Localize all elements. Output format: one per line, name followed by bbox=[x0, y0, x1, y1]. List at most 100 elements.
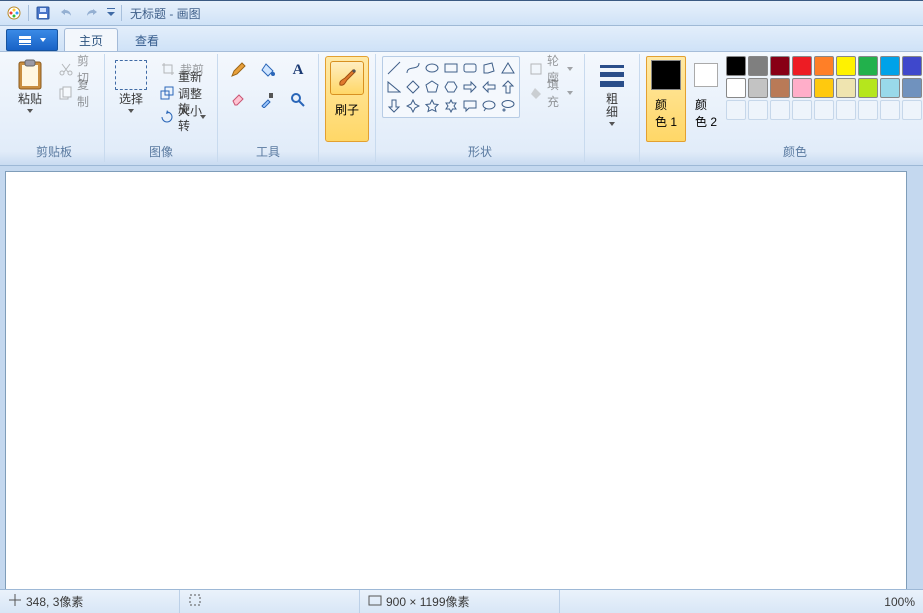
shape-callout-cloud[interactable] bbox=[499, 97, 517, 115]
palette-swatch[interactable] bbox=[770, 56, 790, 76]
palette-swatch[interactable] bbox=[814, 78, 834, 98]
fill-icon bbox=[529, 85, 543, 101]
app-icon[interactable] bbox=[4, 3, 24, 23]
zoom-level: 100% bbox=[884, 595, 915, 609]
color1-button[interactable]: 颜 色 1 bbox=[646, 56, 686, 142]
palette-swatch[interactable] bbox=[858, 78, 878, 98]
shape-star4[interactable] bbox=[404, 97, 422, 115]
group-label: 剪贴板 bbox=[10, 144, 98, 162]
save-icon[interactable] bbox=[33, 3, 53, 23]
shape-hexagon[interactable] bbox=[442, 78, 460, 96]
palette-swatch[interactable] bbox=[748, 78, 768, 98]
shape-roundrect[interactable] bbox=[461, 59, 479, 77]
palette-swatch[interactable] bbox=[836, 100, 856, 120]
color2-swatch bbox=[695, 64, 717, 86]
chevron-down-icon bbox=[567, 91, 573, 95]
crop-button[interactable]: 裁剪 bbox=[155, 58, 211, 80]
shape-callout-rect[interactable] bbox=[461, 97, 479, 115]
palette-swatch[interactable] bbox=[836, 78, 856, 98]
copy-button[interactable]: 复制 bbox=[54, 82, 98, 104]
palette-swatch[interactable] bbox=[770, 100, 790, 120]
palette-swatch[interactable] bbox=[748, 100, 768, 120]
shape-rect[interactable] bbox=[442, 59, 460, 77]
copy-label: 复制 bbox=[77, 76, 93, 110]
shape-triangle[interactable] bbox=[499, 59, 517, 77]
color1-label: 颜 色 1 bbox=[655, 96, 677, 130]
shape-curve[interactable] bbox=[404, 59, 422, 77]
shape-callout-round[interactable] bbox=[480, 97, 498, 115]
brush-icon bbox=[330, 61, 364, 95]
palette-swatch[interactable] bbox=[836, 56, 856, 76]
shape-arrow-left[interactable] bbox=[480, 78, 498, 96]
shape-pentagon[interactable] bbox=[423, 78, 441, 96]
window-title: 无标题 - 画图 bbox=[126, 5, 201, 22]
palette-swatch[interactable] bbox=[858, 56, 878, 76]
fill-tool[interactable] bbox=[254, 56, 282, 84]
color-picker-tool[interactable] bbox=[254, 86, 282, 114]
palette-swatch[interactable] bbox=[770, 78, 790, 98]
shape-oval[interactable] bbox=[423, 59, 441, 77]
undo-icon[interactable] bbox=[57, 3, 77, 23]
palette-swatch[interactable] bbox=[814, 100, 834, 120]
group-tools: A 工具 bbox=[218, 54, 319, 162]
title-bar: 无标题 - 画图 bbox=[0, 0, 923, 26]
palette-swatch[interactable] bbox=[902, 100, 922, 120]
canvas[interactable] bbox=[6, 172, 906, 589]
magnifier-tool[interactable] bbox=[284, 86, 312, 114]
pencil-tool[interactable] bbox=[224, 56, 252, 84]
tab-view[interactable]: 查看 bbox=[120, 28, 174, 51]
palette-swatch[interactable] bbox=[814, 56, 834, 76]
palette-swatch[interactable] bbox=[858, 100, 878, 120]
shape-star5[interactable] bbox=[423, 97, 441, 115]
palette-swatch[interactable] bbox=[792, 78, 812, 98]
eraser-tool[interactable] bbox=[224, 86, 252, 114]
outline-icon bbox=[529, 61, 543, 77]
palette-row-2 bbox=[726, 78, 923, 98]
group-label: 图像 bbox=[111, 144, 211, 162]
rotate-button[interactable]: 旋转 bbox=[155, 106, 211, 128]
chevron-down-icon bbox=[27, 109, 33, 113]
select-button[interactable]: 选择 bbox=[111, 56, 151, 142]
shape-polygon[interactable] bbox=[480, 59, 498, 77]
palette-swatch[interactable] bbox=[880, 56, 900, 76]
shape-rtriangle[interactable] bbox=[385, 78, 403, 96]
color2-button[interactable]: 颜 色 2 bbox=[690, 56, 722, 142]
shape-line[interactable] bbox=[385, 59, 403, 77]
group-colors: 颜 色 1 颜 色 2 颜色 bbox=[640, 54, 923, 162]
palette-swatch[interactable] bbox=[880, 100, 900, 120]
size-button[interactable]: 粗 细 bbox=[591, 56, 633, 142]
palette-swatch[interactable] bbox=[902, 78, 922, 98]
shape-star6[interactable] bbox=[442, 97, 460, 115]
palette-swatch[interactable] bbox=[748, 56, 768, 76]
brush-button[interactable]: 刷子 bbox=[325, 56, 369, 142]
palette-swatch[interactable] bbox=[880, 78, 900, 98]
customize-qat-dropdown[interactable] bbox=[105, 3, 117, 23]
shapes-gallery[interactable] bbox=[382, 56, 520, 118]
palette-swatch[interactable] bbox=[902, 56, 922, 76]
palette-swatch[interactable] bbox=[792, 56, 812, 76]
shape-arrow-up[interactable] bbox=[499, 78, 517, 96]
file-menu-button[interactable] bbox=[6, 29, 58, 51]
paste-button[interactable]: 粘贴 bbox=[10, 56, 50, 142]
shape-arrow-right[interactable] bbox=[461, 78, 479, 96]
fill-button[interactable]: 填充 bbox=[524, 82, 578, 104]
crop-label: 裁剪 bbox=[180, 61, 204, 78]
palette-swatch[interactable] bbox=[726, 100, 746, 120]
shape-diamond[interactable] bbox=[404, 78, 422, 96]
redo-icon[interactable] bbox=[81, 3, 101, 23]
group-label bbox=[591, 144, 633, 162]
text-tool[interactable]: A bbox=[284, 56, 312, 84]
group-label: 工具 bbox=[224, 144, 312, 162]
palette-swatch[interactable] bbox=[726, 56, 746, 76]
canvas-area[interactable] bbox=[0, 166, 923, 589]
shape-arrow-down[interactable] bbox=[385, 97, 403, 115]
palette-swatch[interactable] bbox=[792, 100, 812, 120]
tab-home[interactable]: 主页 bbox=[64, 28, 118, 51]
resize-icon bbox=[160, 85, 174, 101]
group-label: 形状 bbox=[382, 144, 578, 162]
cursor-position: 348, 3像素 bbox=[26, 593, 83, 610]
status-bar: 348, 3像素 900 × 1199像素 100% bbox=[0, 589, 923, 613]
palette-swatch[interactable] bbox=[726, 78, 746, 98]
palette-row-1 bbox=[726, 56, 923, 76]
group-label bbox=[325, 144, 369, 162]
